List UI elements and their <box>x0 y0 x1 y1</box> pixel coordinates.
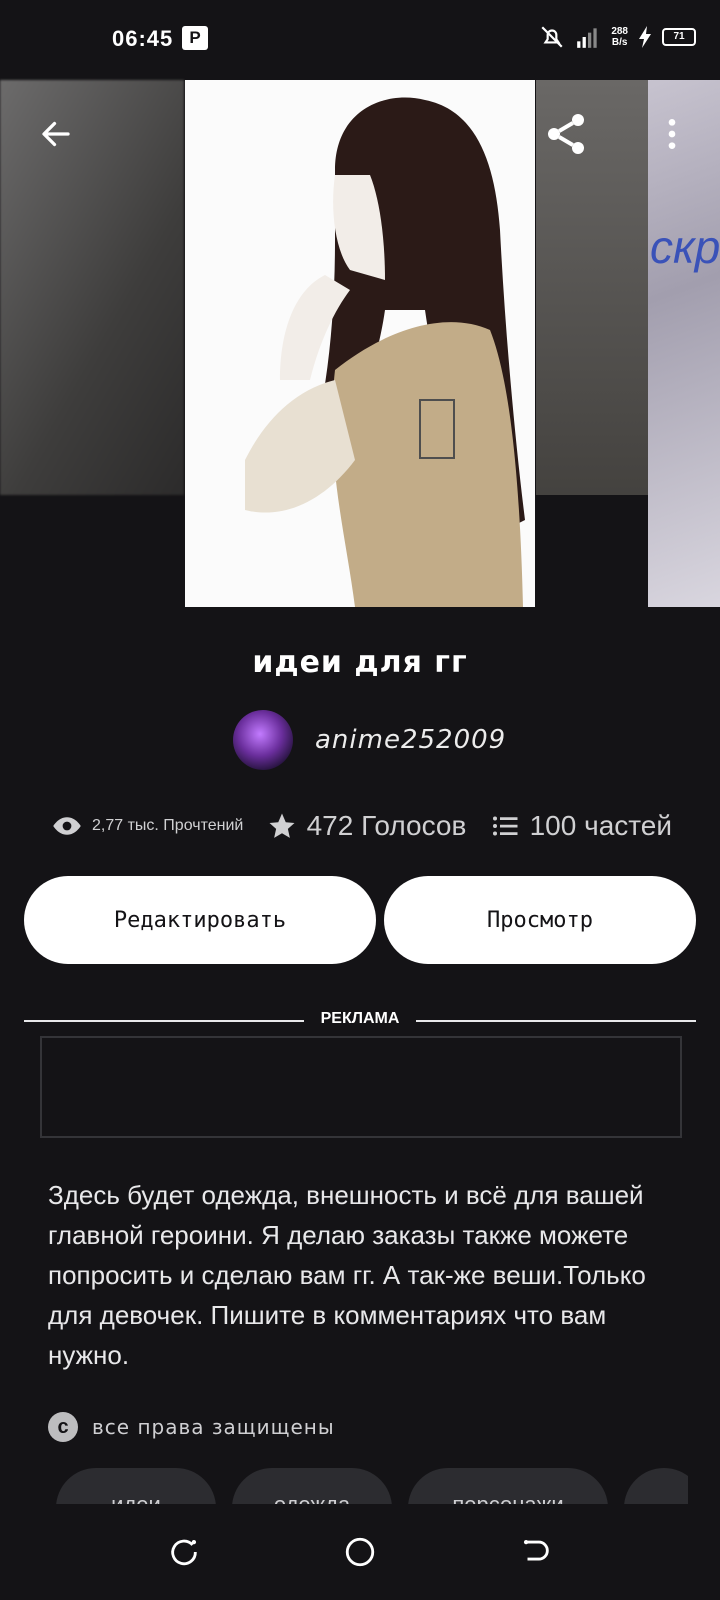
prev-cover-blurred <box>0 80 184 495</box>
system-nav-bar <box>0 1504 720 1600</box>
story-description: Здесь будет одежда, внешность и всё для … <box>48 1180 646 1370</box>
reads-count: 2,77 тыс. Прочтений <box>92 817 244 834</box>
edit-button[interactable]: Редактировать <box>24 876 376 964</box>
network-speed: 288 B/s <box>611 26 628 48</box>
tag-chip[interactable] <box>624 1468 688 1504</box>
eye-icon <box>53 817 81 835</box>
charging-icon <box>639 26 651 48</box>
tag-list: идеи одежда персонажи <box>56 1468 688 1504</box>
star-icon <box>269 813 295 838</box>
cover-carousel[interactable]: скр <box>0 80 720 607</box>
recents-nav-button[interactable] <box>164 1532 204 1572</box>
parts-count: 100 частей <box>529 810 672 841</box>
parts-stat: 100 частей <box>490 810 672 842</box>
back-nav-button[interactable] <box>516 1532 556 1572</box>
status-bar: 06:45 P 288 B/s 71 <box>0 0 720 80</box>
more-vertical-icon <box>668 119 676 149</box>
home-nav-icon <box>345 1537 375 1567</box>
status-indicators: 288 B/s 71 <box>539 24 696 50</box>
votes-stat: 472 Голосов <box>267 810 467 842</box>
copyright-row: c все права защищены <box>48 1412 335 1442</box>
signal-icon <box>577 28 597 48</box>
network-speed-value: 288 <box>611 26 628 37</box>
view-button[interactable]: Просмотр <box>384 876 696 964</box>
status-time: 06:45 <box>112 26 174 51</box>
back-nav-icon <box>523 1539 549 1561</box>
next-cover-peek[interactable]: скр <box>648 80 720 607</box>
story-title: идеи для гг <box>252 645 468 680</box>
author-name[interactable]: anime252009 <box>315 725 506 755</box>
tag-chip[interactable]: идеи <box>56 1468 216 1504</box>
reads-stat: 2,77 тыс. Прочтений <box>52 811 243 841</box>
story-stats: 2,77 тыс. Прочтений 472 Голосов 100 част… <box>52 806 672 846</box>
ad-label: РЕКЛАМА <box>320 1010 400 1027</box>
arrow-left-icon <box>42 121 70 147</box>
bell-off-icon <box>541 26 563 48</box>
votes-count: 472 Голосов <box>306 810 467 841</box>
list-icon <box>492 816 518 836</box>
tag-chip[interactable]: персонажи <box>408 1468 608 1504</box>
back-button[interactable] <box>32 110 80 158</box>
ad-divider-left <box>24 1020 304 1022</box>
copyright-text: все права защищены <box>92 1415 335 1439</box>
home-nav-button[interactable] <box>340 1532 380 1572</box>
ad-slot[interactable] <box>40 1036 682 1138</box>
copyright-icon: c <box>48 1412 78 1442</box>
next-cover-text: скр <box>650 221 720 273</box>
recents-nav-icon <box>171 1539 197 1566</box>
tag-chip[interactable]: одежда <box>232 1468 392 1504</box>
network-speed-unit: B/s <box>611 37 628 48</box>
battery-indicator: 71 <box>662 28 696 46</box>
author-row[interactable]: anime252009 <box>233 710 506 770</box>
share-icon <box>548 114 584 154</box>
ad-divider-right <box>416 1020 696 1022</box>
cover-illustration <box>185 80 535 607</box>
more-options-button[interactable] <box>648 110 696 158</box>
share-button[interactable] <box>542 110 590 158</box>
notification-p-icon: P <box>182 26 208 50</box>
story-cover-image[interactable] <box>185 80 535 607</box>
author-avatar[interactable] <box>233 710 293 770</box>
